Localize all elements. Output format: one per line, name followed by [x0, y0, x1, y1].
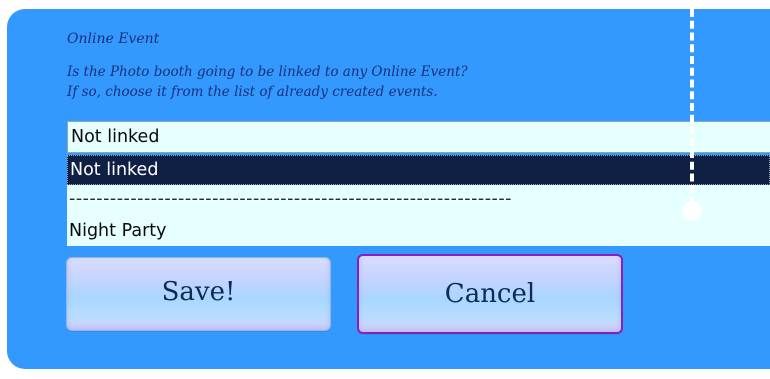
save-button[interactable]: Save!: [66, 257, 331, 331]
section-description: Is the Photo booth going to be linked to…: [67, 62, 468, 102]
option-not-linked[interactable]: Not linked: [67, 155, 770, 185]
description-line-2: If so, choose it from the list of alread…: [67, 84, 438, 100]
option-separator[interactable]: ----------------------------------------…: [67, 184, 770, 214]
description-line-1: Is the Photo booth going to be linked to…: [67, 64, 468, 80]
event-select[interactable]: Not linked: [67, 121, 770, 153]
section-title: Online Event: [67, 31, 160, 47]
pointer-dot: [682, 201, 702, 221]
dashed-pointer-line: [690, 9, 694, 205]
event-select-dropdown: Not linked -----------------------------…: [67, 155, 770, 246]
option-night-party[interactable]: Night Party: [67, 217, 770, 245]
cancel-button[interactable]: Cancel: [357, 254, 623, 334]
